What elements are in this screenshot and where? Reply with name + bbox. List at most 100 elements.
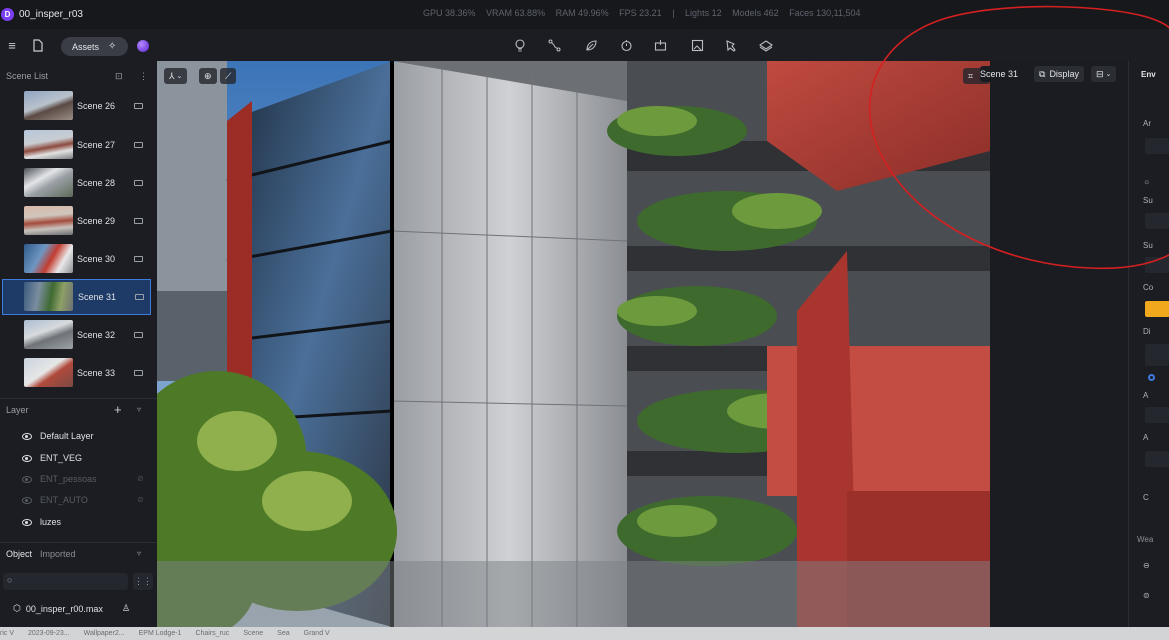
vram-stat: VRAM 63.88% <box>486 8 546 18</box>
panel-field[interactable] <box>1145 344 1169 366</box>
panel-label: C <box>1143 493 1149 502</box>
leaf-icon[interactable] <box>583 37 599 53</box>
chevron-down-icon: ⌄ <box>176 73 183 80</box>
camera-icon[interactable] <box>134 142 143 148</box>
eye-icon[interactable] <box>22 496 32 504</box>
panel-field[interactable] <box>1145 451 1169 467</box>
scene-label: Scene 28 <box>77 178 116 188</box>
add-layer-icon[interactable]: + <box>114 402 122 417</box>
gizmo-dropdown[interactable]: ⅄ ⌄ <box>164 68 188 84</box>
bottom-item[interactable]: 2023-09-23... <box>28 630 70 637</box>
bottom-item[interactable]: ric V <box>0 630 14 637</box>
scene-item-selected[interactable]: Scene 31 <box>2 279 151 315</box>
scene-item[interactable]: Scene 29 <box>2 203 151 239</box>
eye-off-icon[interactable]: ⊘ <box>137 474 144 483</box>
panel-label: A <box>1143 391 1149 400</box>
more-icon[interactable]: ⋮ <box>139 71 148 82</box>
bottom-item[interactable]: Sea <box>277 630 289 637</box>
tab-object[interactable]: Object <box>6 549 32 559</box>
camera-icon[interactable] <box>134 103 143 109</box>
layer-item[interactable]: Default Layer <box>22 431 94 441</box>
layer-item[interactable]: ENT_VEG <box>22 453 82 463</box>
scene-item[interactable]: Scene 33 <box>2 355 151 391</box>
panel-field[interactable] <box>1145 407 1169 423</box>
eyedropper-icon: ⟋ <box>225 70 232 81</box>
scene-item[interactable]: Scene 26 <box>2 88 151 124</box>
fps-stat: FPS 23.21 <box>619 8 662 18</box>
search-icon: ○ <box>7 575 13 585</box>
image-icon[interactable] <box>689 37 705 53</box>
path-icon[interactable] <box>546 37 562 53</box>
car-icon[interactable]: ⊖ <box>1143 561 1150 570</box>
grid-view-button[interactable]: ⋮⋮ <box>133 573 153 590</box>
object-search-input[interactable]: ○ <box>3 573 128 590</box>
globe-button[interactable]: ⊕ <box>199 68 217 84</box>
bottom-item[interactable]: Scene <box>243 630 263 637</box>
scene-list-title: Scene List <box>6 71 49 81</box>
scene-label: Scene 29 <box>77 216 116 226</box>
models-stat: Models 462 <box>732 8 779 18</box>
eye-off-icon[interactable]: ⊘ <box>137 495 144 504</box>
layers-icon[interactable] <box>758 37 774 53</box>
panel-label: A <box>1143 433 1149 442</box>
camera-rig-icon[interactable] <box>652 37 668 53</box>
left-panel: Scene List ⊡ ⋮ Scene 26 Scene 27 Scene 2… <box>0 61 157 627</box>
scene-item[interactable]: Scene 27 <box>2 127 151 163</box>
camera-icon[interactable] <box>134 180 143 186</box>
scene-thumbnail <box>24 168 73 197</box>
eye-icon[interactable] <box>22 454 32 462</box>
chevron-down-icon[interactable]: ▿ <box>137 405 141 414</box>
eye-icon[interactable] <box>22 475 32 483</box>
assets-button[interactable]: Assets ✧ <box>61 37 128 56</box>
scene-thumbnail <box>24 320 73 349</box>
ai-orb-icon[interactable] <box>137 40 149 52</box>
scene-thumbnail <box>24 206 73 235</box>
app-logo[interactable]: D <box>1 8 14 21</box>
scene-thumbnail <box>24 244 73 273</box>
sparkle-icon: ✧ <box>108 41 117 52</box>
cube-icon: ⬡ <box>13 603 21 613</box>
performance-stats: GPU 38.36% VRAM 63.88% RAM 49.96% FPS 23… <box>423 8 869 18</box>
camera-icon[interactable] <box>134 256 143 262</box>
layer-label: ENT_AUTO <box>40 495 88 505</box>
camera-icon[interactable] <box>134 218 143 224</box>
scene-label: Scene 33 <box>77 368 116 378</box>
bottom-item[interactable]: EPM Lodge-1 <box>139 630 182 637</box>
add-scene-icon[interactable]: ⊡ <box>115 71 123 82</box>
scene-item[interactable]: Scene 28 <box>2 165 151 201</box>
eye-icon[interactable] <box>22 518 32 526</box>
bulb-icon[interactable] <box>512 37 528 53</box>
object-file-item[interactable]: ⬡ 00_insper_r00.max ♙ <box>13 603 130 614</box>
layer-item[interactable]: luzes <box>22 517 61 527</box>
radio-button[interactable] <box>1148 374 1155 381</box>
scene-item[interactable]: Scene 30 <box>2 241 151 277</box>
layer-label: ENT_VEG <box>40 453 83 463</box>
ram-stat: RAM 49.96% <box>555 8 609 18</box>
scene-item[interactable]: Scene 32 <box>2 317 151 353</box>
car-icon[interactable]: ⊜ <box>1143 591 1150 600</box>
object-header: Object Imported ▿ <box>0 542 157 564</box>
menu-icon[interactable]: ≡ <box>2 35 22 55</box>
layer-header: Layer + ▿ <box>0 398 157 420</box>
camera-icon[interactable] <box>135 294 144 300</box>
bottom-item[interactable]: Chairs_ruc <box>195 630 229 637</box>
globe-icon: ⊕ <box>204 70 212 81</box>
scene-thumbnail <box>24 358 73 387</box>
import-icon[interactable] <box>28 35 48 55</box>
pen-icon[interactable] <box>723 37 739 53</box>
tab-imported[interactable]: Imported <box>40 549 76 559</box>
camera-icon[interactable] <box>134 332 143 338</box>
color-swatch[interactable] <box>1145 301 1169 317</box>
assets-label: Assets <box>72 41 100 52</box>
eyedropper-button[interactable]: ⟋ <box>220 68 237 84</box>
eye-icon[interactable] <box>22 432 32 440</box>
timer-icon[interactable] <box>618 37 634 53</box>
layer-item-hidden[interactable]: ENT_AUTO <box>22 495 88 505</box>
user-icon[interactable]: ♙ <box>122 603 130 614</box>
chevron-down-icon[interactable]: ▿ <box>137 549 141 558</box>
layer-label: ENT_pessoas <box>40 474 97 484</box>
camera-icon[interactable] <box>134 370 143 376</box>
bottom-item[interactable]: Wallpaper2... <box>84 630 125 637</box>
layer-item-hidden[interactable]: ENT_pessoas <box>22 474 97 484</box>
bottom-item[interactable]: Grand V <box>304 630 330 637</box>
